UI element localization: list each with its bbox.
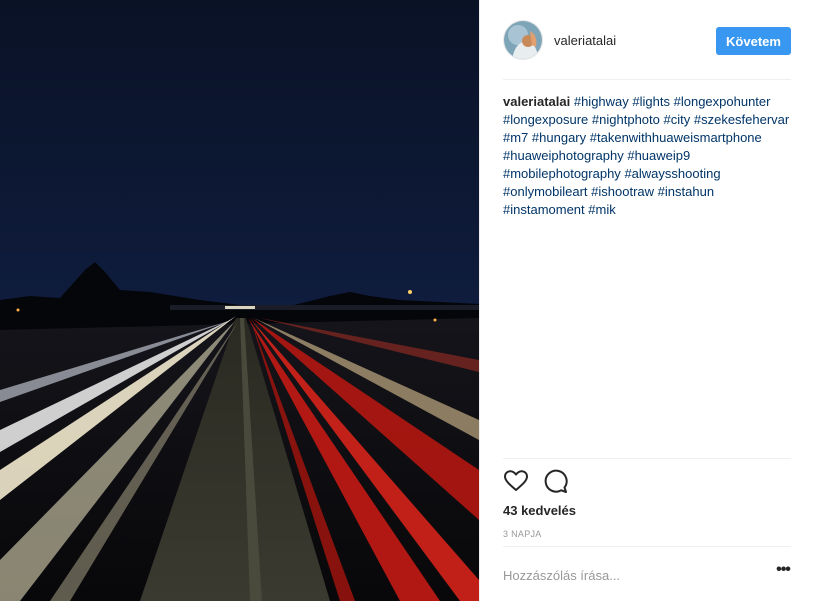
comment-icon [544, 469, 568, 493]
avatar-image [504, 21, 542, 59]
photo-canvas [0, 0, 479, 601]
comment-input[interactable] [503, 563, 753, 587]
action-bar [503, 468, 791, 496]
actions-divider [503, 458, 791, 459]
post-sidebar: valeriatalai Követem valeriatalai #highw… [479, 0, 814, 601]
follow-button[interactable]: Követem [716, 27, 791, 55]
author-username[interactable]: valeriatalai [554, 33, 616, 48]
hashtag-link[interactable]: #m7 [503, 130, 528, 145]
post-photo[interactable] [0, 0, 479, 601]
post-header: valeriatalai Követem [480, 0, 814, 80]
hashtag-link[interactable]: #instahun [658, 184, 714, 199]
heart-icon [504, 470, 528, 491]
hashtag-link[interactable]: #szekesfehervar [694, 112, 789, 127]
hashtag-link[interactable]: #mobilephotography [503, 166, 621, 181]
more-options-icon[interactable]: ••• [773, 562, 793, 582]
hashtag-link[interactable]: #nightphoto [592, 112, 660, 127]
comment-divider [503, 546, 791, 547]
hashtag-link[interactable]: #lights [632, 94, 670, 109]
hashtag-link[interactable]: #alwaysshooting [624, 166, 720, 181]
hashtag-link[interactable]: #longexpohunter [674, 94, 771, 109]
hashtag-link[interactable]: #huaweip9 [627, 148, 690, 163]
post-caption: valeriatalai #highway #lights #longexpoh… [503, 93, 791, 219]
post-timestamp[interactable]: 3 NAPJA [503, 529, 542, 539]
likes-count[interactable]: 43 kedvelés [503, 503, 576, 518]
hashtag-link[interactable]: #takenwithhuaweismartphone [590, 130, 762, 145]
hashtag-link[interactable]: #huaweiphotography [503, 148, 624, 163]
caption-username[interactable]: valeriatalai [503, 94, 570, 109]
comment-button[interactable] [543, 468, 569, 494]
hashtag-link[interactable]: #instamoment [503, 202, 585, 217]
hashtag-link[interactable]: #mik [588, 202, 615, 217]
caption-hashtags: #highway #lights #longexpohunter #longex… [503, 94, 789, 217]
hashtag-link[interactable]: #onlymobileart [503, 184, 588, 199]
hashtag-link[interactable]: #highway [574, 94, 629, 109]
hashtag-link[interactable]: #longexposure [503, 112, 588, 127]
avatar[interactable] [503, 20, 543, 60]
post-modal: valeriatalai Követem valeriatalai #highw… [0, 0, 814, 601]
like-button[interactable] [503, 468, 529, 494]
hashtag-link[interactable]: #city [664, 112, 691, 127]
hashtag-link[interactable]: #ishootraw [591, 184, 654, 199]
header-divider [503, 79, 791, 80]
hashtag-link[interactable]: #hungary [532, 130, 586, 145]
